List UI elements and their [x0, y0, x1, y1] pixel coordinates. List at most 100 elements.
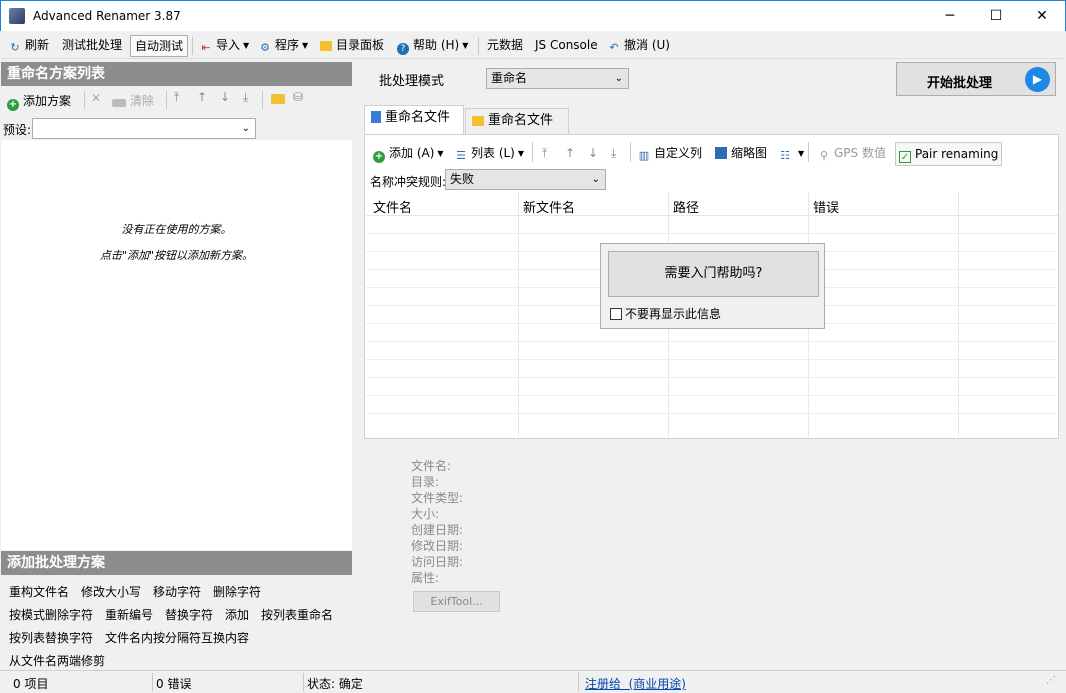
chevron-down-icon: ▼: [462, 41, 469, 50]
add-method-button[interactable]: + 添加方案: [7, 92, 71, 111]
method-link[interactable]: 替换字符: [165, 606, 213, 623]
test-batch-button[interactable]: 测试批处理: [58, 35, 126, 57]
toolbar-divider: [84, 91, 85, 109]
custom-columns-button[interactable]: ▥ 自定义列: [638, 144, 702, 164]
method-link[interactable]: 按列表替换字符: [9, 629, 93, 646]
metadata-button[interactable]: 元数据: [483, 35, 527, 57]
column-header-filename[interactable]: 文件名: [373, 197, 412, 216]
error-count: 0 错误: [156, 677, 192, 691]
view-options-button[interactable]: ☷ ▼: [779, 144, 804, 164]
move-up-icon[interactable]: ↑: [197, 90, 207, 104]
import-button[interactable]: ⇤ 导入 ▼: [196, 35, 253, 57]
close-button[interactable]: ✕: [1019, 1, 1065, 32]
toolbar-divider: [166, 91, 167, 109]
plus-circle-icon: +: [7, 99, 19, 111]
toolbar-divider: [262, 91, 263, 109]
method-link[interactable]: 移动字符: [153, 583, 201, 600]
resize-grip-icon[interactable]: ⋰: [1046, 675, 1056, 686]
grid-row-line: [366, 413, 1057, 414]
column-header-path[interactable]: 路径: [673, 197, 699, 216]
method-link[interactable]: 按模式删除字符: [9, 606, 93, 623]
clear-button[interactable]: 清除: [112, 92, 154, 109]
help-popup: 需要入门帮助吗? 不要再显示此信息: [600, 243, 825, 329]
move-bottom-icon[interactable]: ⤓: [243, 90, 248, 105]
info-filetype-label: 文件类型:: [411, 491, 464, 505]
maximize-button[interactable]: ☐: [973, 1, 1019, 32]
batch-mode-select[interactable]: 重命名 ⌄: [486, 68, 629, 89]
save-icon[interactable]: ⛁: [293, 90, 303, 104]
refresh-button[interactable]: ↻ 刷新: [5, 35, 53, 57]
window-title: Advanced Renamer 3.87: [33, 9, 181, 23]
method-link[interactable]: 重新编号: [105, 606, 153, 623]
pair-renaming-toggle[interactable]: ✓ Pair renaming: [895, 142, 1003, 166]
conflict-rule-label: 名称冲突规则:: [370, 175, 447, 189]
undo-icon: ↶: [609, 41, 619, 54]
move-up-icon[interactable]: ↑: [565, 144, 575, 164]
delete-icon[interactable]: ✕: [91, 91, 101, 105]
dont-show-again-checkbox[interactable]: 不要再显示此信息: [610, 305, 721, 322]
getting-started-button[interactable]: 需要入门帮助吗?: [608, 251, 819, 297]
undo-button[interactable]: ↶ 撤消 (U): [604, 35, 674, 57]
column-header-new-filename[interactable]: 新文件名: [523, 197, 575, 216]
empty-message-line1: 没有正在使用的方案。: [121, 223, 232, 236]
move-down-icon[interactable]: ↓: [220, 90, 230, 104]
register-link[interactable]: 注册给 (商业用途): [585, 675, 686, 692]
column-divider: [518, 192, 519, 437]
move-top-icon[interactable]: ⤒: [174, 90, 179, 105]
dir-panel-button[interactable]: 目录面板: [316, 35, 388, 57]
method-link[interactable]: 添加: [225, 606, 249, 623]
help-button[interactable]: ? 帮助 (H) ▼: [393, 35, 472, 57]
map-pin-icon: ⚲: [819, 149, 829, 162]
add-files-button[interactable]: + 添加 (A) ▼: [373, 144, 444, 164]
tab-rename-files[interactable]: 重命名文件: [364, 105, 464, 134]
eraser-icon: [112, 99, 126, 107]
method-link[interactable]: 按列表重命名: [261, 606, 333, 623]
open-folder-icon[interactable]: [271, 94, 285, 104]
status-bar: 0 项目 0 错误 状态: 确定 注册给 (商业用途) ⋰: [0, 670, 1066, 693]
method-link[interactable]: 修改大小写: [81, 583, 141, 600]
file-grid-header: 文件名 新文件名 路径 错误: [366, 192, 1058, 216]
info-created-label: 创建日期:: [411, 523, 464, 537]
info-modified-label: 修改日期:: [411, 539, 464, 553]
chevron-down-icon: ▼: [302, 41, 309, 50]
move-top-icon[interactable]: ⤒: [542, 144, 547, 164]
info-directory-label: 目录:: [411, 475, 440, 489]
add-method-list: 重构文件名 修改大小写 移动字符 删除字符 按模式删除字符 重新编号 替换字符 …: [1, 577, 352, 669]
grid-row-line: [366, 341, 1057, 342]
conflict-rule-select[interactable]: 失败 ⌄: [445, 169, 606, 190]
start-batch-button[interactable]: 开始批处理 ▶: [896, 62, 1056, 96]
info-size-label: 大小:: [411, 507, 440, 521]
move-bottom-icon[interactable]: ⤓: [611, 144, 616, 164]
auto-test-button[interactable]: 自动测试: [130, 35, 189, 57]
gps-button[interactable]: ⚲ GPS 数值: [818, 144, 886, 164]
method-link[interactable]: 删除字符: [213, 583, 261, 600]
program-button[interactable]: ⚙ 程序 ▼: [255, 35, 312, 57]
tab-rename-folders[interactable]: 重命名文件夹: [465, 108, 569, 152]
toolbar-divider: [808, 142, 809, 162]
js-console-button[interactable]: JS Console: [531, 35, 602, 57]
checkbox-icon: [610, 308, 622, 320]
import-icon: ⇤: [201, 41, 211, 54]
method-list[interactable]: 没有正在使用的方案。 点击"添加"按钮以添加新方案。: [1, 140, 352, 550]
chevron-down-icon: ⌄: [614, 73, 623, 84]
chevron-down-icon: ▼: [517, 149, 525, 158]
play-icon: ▶: [1025, 67, 1050, 92]
main-toolbar: ↻ 刷新 测试批处理 自动测试 ⇤ 导入 ▼ ⚙ 程序 ▼ 目录面板 ? 帮助 (H) ▼ 元…: [1, 31, 1065, 59]
method-link[interactable]: 重构文件名: [9, 583, 69, 600]
chevron-down-icon: ▼: [437, 149, 444, 158]
method-link[interactable]: 从文件名两端修剪: [9, 652, 105, 669]
folder-icon: [472, 116, 484, 126]
exiftool-button[interactable]: ExifTool...: [413, 591, 500, 612]
title-bar: Advanced Renamer 3.87 ─ ☐ ✕: [0, 0, 1066, 31]
column-header-error[interactable]: 错误: [813, 197, 839, 216]
add-method-header: 添加批处理方案: [1, 551, 352, 575]
grid-row-line: [366, 395, 1057, 396]
move-down-icon[interactable]: ↓: [588, 144, 598, 164]
minimize-button[interactable]: ─: [927, 1, 973, 32]
thumbnails-button[interactable]: 缩略图: [715, 144, 767, 164]
list-button[interactable]: ☰ 列表 (L) ▼: [455, 144, 524, 164]
method-link[interactable]: 文件名内按分隔符互换内容: [105, 629, 249, 646]
columns-icon: ▥: [638, 149, 650, 162]
plus-circle-icon: +: [373, 151, 385, 163]
preset-select[interactable]: ⌄: [32, 118, 256, 139]
